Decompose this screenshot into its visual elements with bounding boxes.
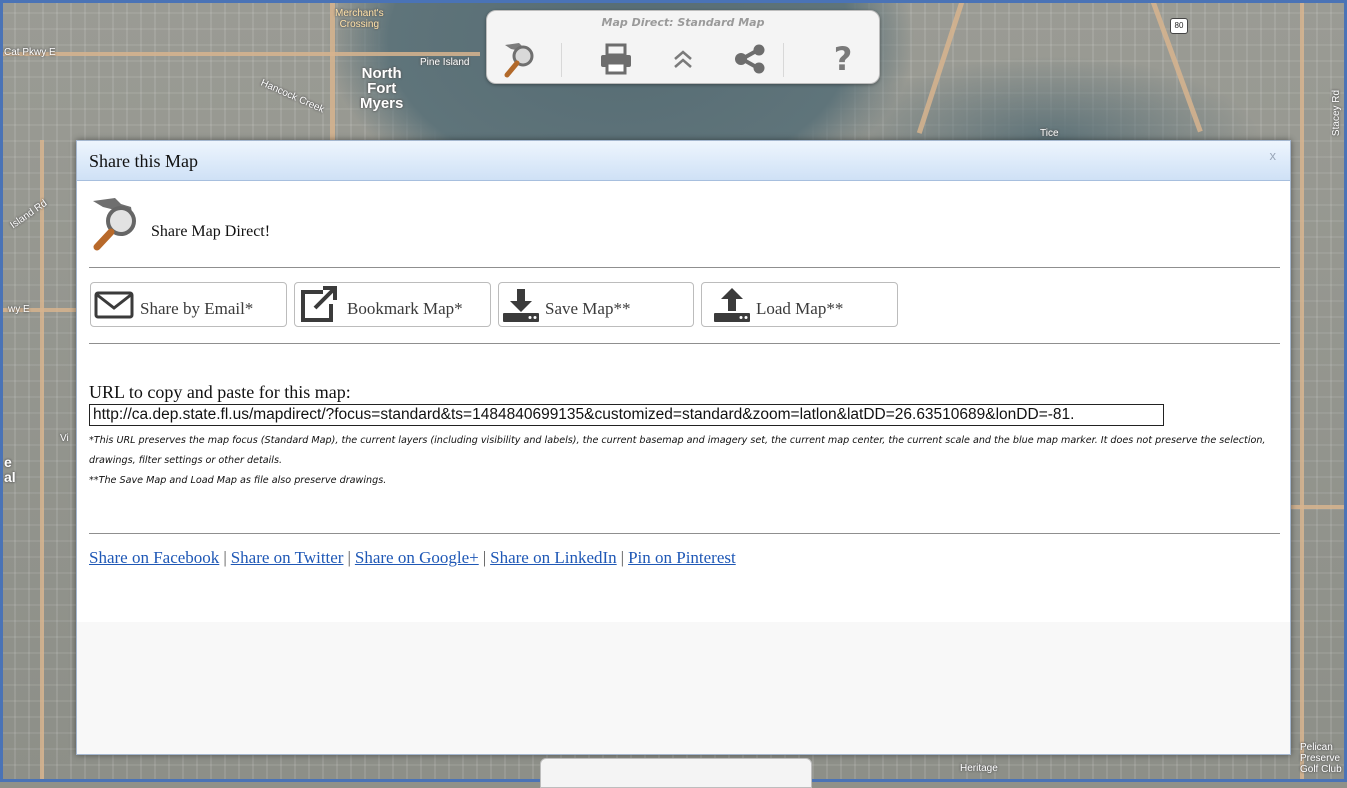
separator: | bbox=[620, 548, 625, 567]
download-icon bbox=[503, 288, 539, 322]
brand: Share Map Direct! bbox=[89, 195, 389, 255]
url-note: *This URL preserves the map focus (Stand… bbox=[89, 435, 1266, 466]
bookmark-map-label: Bookmark Map* bbox=[347, 298, 463, 318]
map-toolbar: Map Direct: Standard Map ? bbox=[486, 10, 880, 84]
map-direct-logo-icon bbox=[504, 43, 534, 78]
dialog-title: Share this Map bbox=[89, 151, 198, 171]
divider bbox=[89, 267, 1280, 268]
load-map-button[interactable]: Load Map** bbox=[701, 282, 898, 327]
divider bbox=[89, 343, 1280, 344]
map-label-tice: Tice bbox=[1040, 128, 1059, 139]
share-map-dialog: Share this Map x Share Map Direct! Share… bbox=[76, 140, 1291, 755]
toolbar-separator bbox=[783, 43, 784, 77]
highway-shield: 80 bbox=[1170, 18, 1188, 34]
map-label-street: Vi bbox=[60, 433, 69, 444]
share-on-facebook-link[interactable]: Share on Facebook bbox=[89, 548, 219, 567]
url-label: URL to copy and paste for this map: bbox=[89, 382, 351, 402]
map-label-street: wy E bbox=[8, 304, 30, 315]
save-map-label: Save Map** bbox=[545, 298, 631, 318]
share-by-email-label: Share by Email* bbox=[140, 298, 254, 318]
toolbar-title: Map Direct: Standard Map bbox=[601, 16, 765, 29]
print-button[interactable] bbox=[593, 39, 639, 79]
map-label-stacey-rd: Stacey Rd bbox=[1331, 89, 1343, 137]
separator: | bbox=[223, 548, 227, 567]
bottom-panel-tab[interactable] bbox=[540, 758, 812, 788]
separator: | bbox=[347, 548, 351, 567]
help-icon: ? bbox=[833, 40, 853, 78]
dialog-header[interactable]: Share this Map x bbox=[77, 141, 1290, 181]
map-label-edge: e bbox=[4, 454, 12, 470]
bookmark-map-button[interactable]: Bookmark Map* bbox=[294, 282, 491, 327]
close-icon[interactable]: x bbox=[1270, 148, 1277, 163]
share-on-linkedin-link[interactable]: Share on LinkedIn bbox=[490, 548, 617, 567]
map-direct-logo-icon bbox=[93, 198, 136, 251]
load-map-label: Load Map** bbox=[756, 298, 844, 318]
pin-on-pinterest-link[interactable]: Pin on Pinterest bbox=[628, 548, 736, 567]
map-label-heritage: Heritage bbox=[960, 763, 998, 774]
share-button[interactable] bbox=[727, 39, 773, 79]
map-label-merchants-crossing: Merchant's Crossing bbox=[335, 8, 384, 30]
map-label-north-fort-myers: North Fort Myers bbox=[360, 65, 404, 112]
map-url-field[interactable] bbox=[89, 404, 1164, 426]
dialog-empty-area bbox=[77, 622, 1290, 754]
save-load-note: **The Save Map and Load Map as file also… bbox=[89, 475, 387, 486]
save-map-button[interactable]: Save Map** bbox=[498, 282, 694, 327]
divider bbox=[89, 533, 1280, 534]
map-road bbox=[0, 52, 480, 56]
map-label-pine-island: Pine Island bbox=[420, 57, 470, 68]
envelope-icon bbox=[94, 291, 134, 318]
map-direct-logo-button[interactable] bbox=[497, 39, 547, 79]
upload-icon bbox=[714, 287, 750, 322]
double-chevron-up-icon bbox=[674, 50, 692, 68]
toolbar-separator bbox=[561, 43, 562, 77]
map-road bbox=[1300, 0, 1304, 782]
map-road bbox=[40, 140, 44, 782]
map-road bbox=[916, 0, 965, 134]
collapse-toolbar-button[interactable] bbox=[663, 39, 703, 79]
map-label-edge: al bbox=[4, 469, 16, 485]
share-on-google-plus-link[interactable]: Share on Google+ bbox=[355, 548, 479, 567]
brand-text: Share Map Direct! bbox=[151, 223, 271, 240]
map-label-pelican-preserve: Pelican Preserve Golf Club bbox=[1300, 742, 1342, 775]
external-link-icon bbox=[301, 285, 337, 322]
help-button[interactable]: ? bbox=[823, 39, 863, 79]
separator: | bbox=[482, 548, 487, 567]
share-by-email-button[interactable]: Share by Email* bbox=[90, 282, 287, 327]
share-icon bbox=[735, 44, 765, 74]
printer-icon bbox=[601, 43, 631, 75]
social-share-links: Share on Facebook | Share on Twitter | Share… bbox=[89, 548, 736, 568]
share-on-twitter-link[interactable]: Share on Twitter bbox=[231, 548, 344, 567]
map-label-hancock-creek: Hancock Creek bbox=[258, 77, 326, 116]
map-label-street: Cat Pkwy E bbox=[4, 47, 56, 58]
dialog-body: Share Map Direct! Share by Email* Bookma… bbox=[77, 181, 1290, 754]
